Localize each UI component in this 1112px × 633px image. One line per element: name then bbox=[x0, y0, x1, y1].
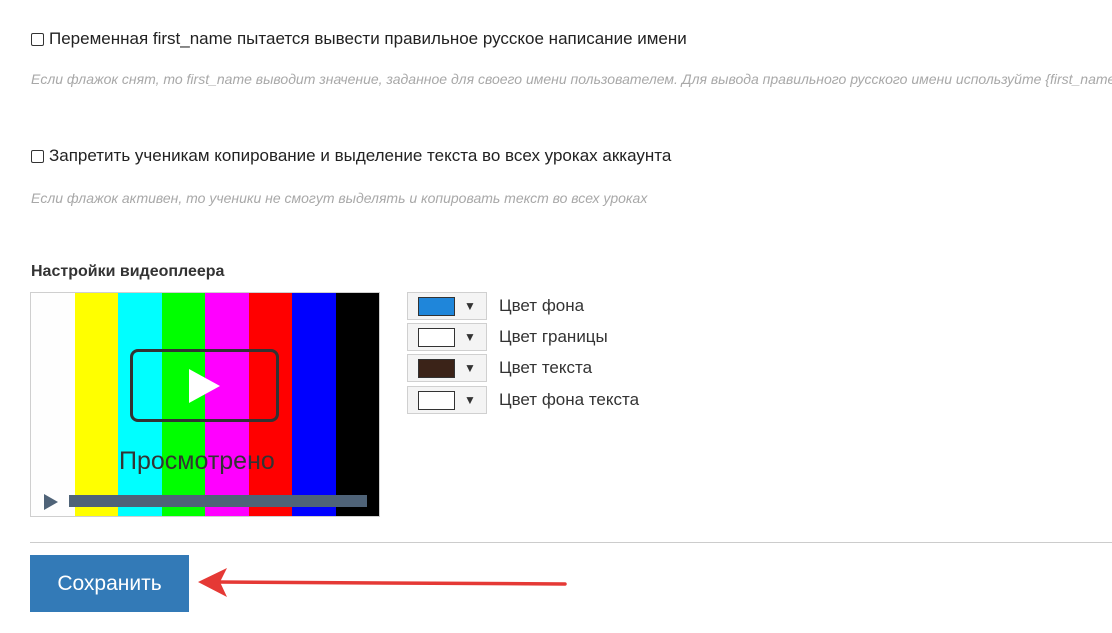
color-row-text: ▼ Цвет текста bbox=[407, 354, 592, 382]
watched-overlay-text: Просмотрено bbox=[119, 447, 275, 475]
color-bar bbox=[74, 293, 118, 516]
text-background-color-label: Цвет фона текста bbox=[499, 390, 640, 409]
color-row-border: ▼ Цвет границы bbox=[407, 323, 608, 351]
save-button[interactable]: Сохранить bbox=[30, 555, 189, 612]
play-button[interactable] bbox=[130, 349, 279, 422]
border-color-picker[interactable]: ▼ bbox=[407, 323, 487, 351]
disable-copy-hint: Если флажок активен, то ученики не смогу… bbox=[31, 190, 648, 206]
annotation-arrow-icon bbox=[198, 568, 567, 597]
background-color-picker[interactable]: ▼ bbox=[407, 292, 487, 320]
color-bar bbox=[292, 293, 336, 516]
border-color-label: Цвет границы bbox=[499, 327, 608, 346]
background-color-label: Цвет фона bbox=[499, 296, 585, 315]
first-name-label: Переменная first_name пытается вывести п… bbox=[49, 29, 687, 48]
video-player-preview: Просмотрено bbox=[30, 292, 380, 517]
progress-bar[interactable] bbox=[69, 495, 367, 507]
text-color-swatch bbox=[418, 358, 455, 378]
chevron-down-icon: ▼ bbox=[464, 361, 476, 375]
play-icon bbox=[189, 369, 220, 403]
video-settings-title: Настройки видеоплеера bbox=[31, 263, 225, 280]
first-name-option[interactable]: Переменная first_name пытается вывести п… bbox=[31, 28, 687, 50]
disable-copy-checkbox[interactable] bbox=[31, 149, 44, 163]
text-color-picker[interactable]: ▼ bbox=[407, 354, 487, 382]
divider bbox=[30, 542, 1112, 543]
text-color-label: Цвет текста bbox=[499, 358, 593, 377]
chevron-down-icon: ▼ bbox=[464, 393, 476, 407]
color-bar bbox=[31, 293, 75, 516]
disable-copy-label: Запретить ученикам копирование и выделен… bbox=[49, 146, 672, 165]
color-row-background: ▼ Цвет фона bbox=[407, 292, 584, 320]
first-name-hint: Если флажок снят, то first_name выводит … bbox=[31, 71, 1112, 87]
chevron-down-icon: ▼ bbox=[464, 330, 476, 344]
disable-copy-option[interactable]: Запретить ученикам копирование и выделен… bbox=[31, 145, 671, 167]
text-background-color-picker[interactable]: ▼ bbox=[407, 386, 487, 414]
border-color-swatch bbox=[418, 327, 455, 347]
color-bar bbox=[335, 293, 379, 516]
background-color-swatch bbox=[418, 296, 455, 316]
first-name-checkbox[interactable] bbox=[31, 32, 44, 46]
chevron-down-icon: ▼ bbox=[464, 299, 476, 313]
color-row-text-background: ▼ Цвет фона текста bbox=[407, 386, 639, 414]
settings-page: Переменная first_name пытается вывести п… bbox=[0, 0, 1112, 633]
control-play-icon[interactable] bbox=[43, 493, 59, 511]
text-background-color-swatch bbox=[418, 390, 455, 410]
